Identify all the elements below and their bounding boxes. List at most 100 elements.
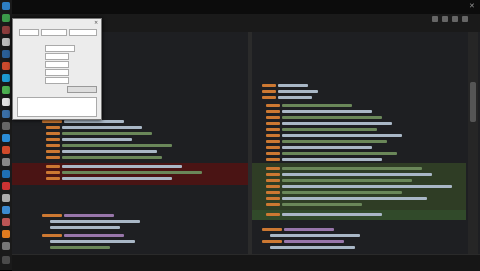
tool-icon[interactable] (432, 16, 438, 22)
code-token (284, 240, 344, 243)
code-token (266, 128, 280, 131)
app-icon[interactable] (2, 122, 10, 130)
code-token (50, 226, 120, 229)
dialog-field[interactable] (45, 53, 69, 60)
app-icon[interactable] (2, 38, 10, 46)
code-token (278, 90, 318, 93)
code-token (262, 240, 282, 243)
code-token (62, 177, 172, 180)
dialog-field[interactable] (45, 69, 69, 76)
code-token (42, 120, 62, 123)
code-token (282, 179, 412, 182)
code-token (62, 138, 132, 141)
code-token (62, 150, 157, 153)
code-token (266, 191, 280, 194)
code-token (46, 132, 60, 135)
launcher-bar (0, 0, 12, 270)
close-icon[interactable]: × (94, 20, 98, 26)
dialog-button[interactable] (67, 86, 97, 93)
app-icon[interactable] (2, 26, 10, 34)
app-icon[interactable] (2, 158, 10, 166)
code-token (262, 96, 276, 99)
app-icon[interactable] (2, 146, 10, 154)
tool-icon[interactable] (462, 16, 468, 22)
code-token (266, 179, 280, 182)
code-token (282, 158, 382, 161)
code-token (262, 84, 276, 87)
close-icon[interactable]: ✕ (469, 2, 475, 10)
code-token (64, 120, 124, 123)
app-icon[interactable] (2, 98, 10, 106)
code-token (282, 191, 402, 194)
dialog-field[interactable] (45, 61, 69, 68)
code-token (282, 134, 402, 137)
code-token (282, 104, 352, 107)
code-token (278, 84, 308, 87)
app-icon[interactable] (2, 62, 10, 70)
code-token (282, 203, 362, 206)
code-token (64, 234, 124, 237)
code-token (282, 213, 382, 216)
code-token (282, 173, 432, 176)
code-token (266, 173, 280, 176)
code-token (282, 122, 392, 125)
app-icon[interactable] (2, 50, 10, 58)
code-token (266, 146, 280, 149)
dialog-field[interactable] (45, 45, 75, 52)
app-icon[interactable] (2, 14, 10, 22)
code-token (46, 150, 60, 153)
app-icon[interactable] (2, 256, 10, 264)
code-token (266, 167, 280, 170)
code-token (282, 110, 372, 113)
code-token (282, 146, 372, 149)
code-token (46, 156, 60, 159)
tool-icon[interactable] (452, 16, 458, 22)
code-token (266, 158, 280, 161)
code-token (50, 220, 140, 223)
code-token (62, 171, 202, 174)
vertical-scrollbar[interactable] (468, 32, 478, 254)
right-diff-pane[interactable] (252, 32, 466, 254)
code-token (282, 185, 452, 188)
code-token (266, 122, 280, 125)
dialog-field[interactable] (19, 29, 39, 36)
code-token (42, 234, 62, 237)
app-icon[interactable] (2, 134, 10, 142)
scrollbar-thumb[interactable] (470, 82, 476, 122)
code-token (62, 126, 142, 129)
app-icon[interactable] (2, 74, 10, 82)
code-token (282, 140, 387, 143)
app-icon[interactable] (2, 194, 10, 202)
code-token (282, 128, 377, 131)
app-icon[interactable] (2, 110, 10, 118)
code-token (46, 144, 60, 147)
code-token (266, 104, 280, 107)
code-token (282, 116, 382, 119)
dialog-textarea[interactable] (17, 97, 97, 117)
code-token (46, 165, 60, 168)
app-icon[interactable] (2, 182, 10, 190)
app-icon[interactable] (2, 230, 10, 238)
code-token (266, 152, 280, 155)
app-icon[interactable] (2, 206, 10, 214)
app-icon[interactable] (2, 170, 10, 178)
app-icon[interactable] (2, 86, 10, 94)
app-icon[interactable] (2, 242, 10, 250)
app-icon[interactable] (2, 2, 10, 10)
code-token (266, 197, 280, 200)
code-token (262, 228, 282, 231)
dialog-field[interactable] (69, 29, 97, 36)
tool-icon[interactable] (442, 16, 448, 22)
code-token (266, 116, 280, 119)
window-titlebar: ✕ (12, 0, 480, 14)
code-token (266, 213, 280, 216)
code-token (270, 234, 360, 237)
dialog-field[interactable] (41, 29, 67, 36)
code-token (266, 203, 280, 206)
code-token (46, 171, 60, 174)
app-icon[interactable] (2, 218, 10, 226)
code-token (266, 134, 280, 137)
dialog-field[interactable] (45, 77, 69, 84)
code-token (270, 246, 355, 249)
code-token (282, 197, 427, 200)
